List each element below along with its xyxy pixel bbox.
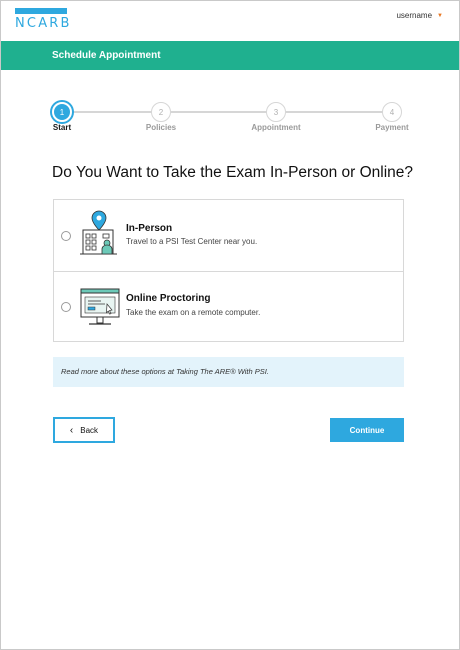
test-center-location-icon — [79, 210, 119, 263]
step-3-label: Appointment — [251, 123, 301, 132]
step-2-indicator: 2 — [151, 102, 171, 122]
in-person-title: In-Person — [126, 223, 173, 234]
online-proctoring-description: Take the exam on a remote computer. — [126, 308, 261, 317]
exam-mode-options: In-Person Travel to a PSI Test Center ne… — [53, 199, 404, 342]
step-4-indicator: 4 — [382, 102, 402, 122]
step-4-label: Payment — [375, 123, 409, 132]
option-online-proctoring[interactable]: Online Proctoring Take the exam on a rem… — [54, 271, 403, 342]
step-1-indicator: 1 — [52, 102, 72, 122]
page-frame: NCARB username ▼ Schedule Appointment 1 … — [0, 0, 460, 650]
online-proctoring-title: Online Proctoring — [126, 293, 211, 304]
continue-button[interactable]: Continue — [330, 418, 404, 442]
logo-bar — [15, 8, 67, 14]
option-in-person[interactable]: In-Person Travel to a PSI Test Center ne… — [54, 200, 403, 271]
in-person-radio[interactable] — [61, 231, 71, 241]
step-3-indicator: 3 — [266, 102, 286, 122]
step-2-label: Policies — [145, 123, 177, 132]
username-label: username — [396, 11, 433, 20]
chevron-left-icon: ‹ — [69, 424, 74, 436]
page-title: Schedule Appointment — [52, 50, 161, 61]
continue-button-label: Continue — [349, 425, 385, 435]
info-text[interactable]: Read more about these options at Taking … — [61, 367, 269, 376]
step-connector — [286, 111, 383, 113]
info-box: Read more about these options at Taking … — [53, 357, 404, 387]
back-button-label: Back — [80, 425, 99, 435]
online-proctoring-radio[interactable] — [61, 302, 71, 312]
title-banner: Schedule Appointment — [1, 41, 459, 70]
logo-text: NCARB — [15, 16, 72, 31]
ncarb-logo[interactable]: NCARB — [15, 8, 72, 31]
user-menu[interactable]: username ▼ — [396, 11, 443, 20]
step-connector — [171, 111, 268, 113]
in-person-description: Travel to a PSI Test Center near you. — [126, 237, 258, 246]
chevron-down-icon: ▼ — [437, 12, 443, 19]
progress-stepper: 1 2 3 4 Start Policies Appointment Payme… — [1, 101, 459, 141]
question-heading: Do You Want to Take the Exam In-Person o… — [52, 164, 414, 181]
step-connector — [73, 111, 152, 113]
computer-monitor-icon — [79, 287, 121, 336]
step-1-label: Start — [52, 123, 72, 132]
back-button[interactable]: ‹ Back — [53, 417, 115, 443]
